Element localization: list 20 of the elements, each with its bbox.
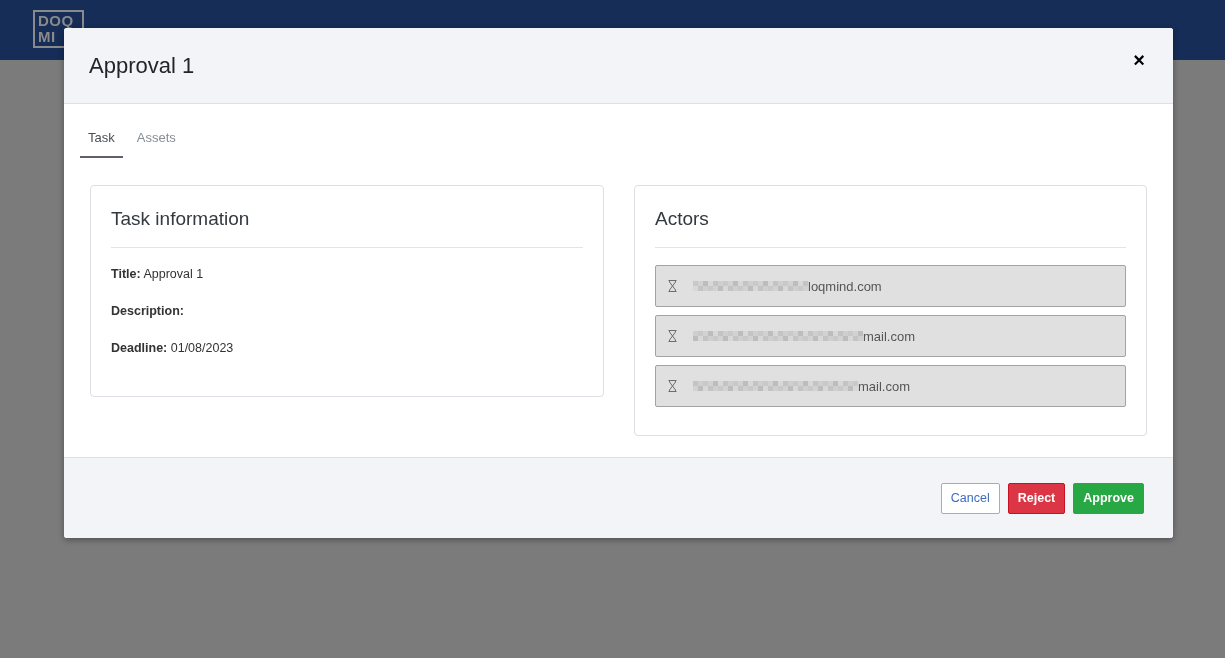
cancel-button[interactable]: Cancel [940,482,1000,514]
task-field: Deadline: 01/08/2023 [111,340,234,356]
logo-text: MI [38,29,56,45]
actor-email: mail.com [863,328,915,344]
task-field: Title: Approval 1 [111,266,204,282]
logo-text: DOQ [38,13,74,29]
actor-email: loqmind.com [808,278,882,294]
hourglass-icon [668,380,677,392]
card-heading: Actors [655,207,709,231]
hourglass-icon [668,330,677,342]
task-field: Description: [111,303,184,319]
approve-button[interactable]: Approve [1073,482,1144,514]
tab[interactable]: Assets [128,124,184,158]
hourglass-icon [668,280,677,292]
reject-button[interactable]: Reject [1007,482,1066,514]
dialog-title: Approval 1 [89,52,195,79]
tab[interactable]: Task [80,124,123,158]
actor-email: mail.com [858,378,910,394]
card-heading: Task information [111,207,250,231]
close-button[interactable]: × [1129,47,1149,72]
